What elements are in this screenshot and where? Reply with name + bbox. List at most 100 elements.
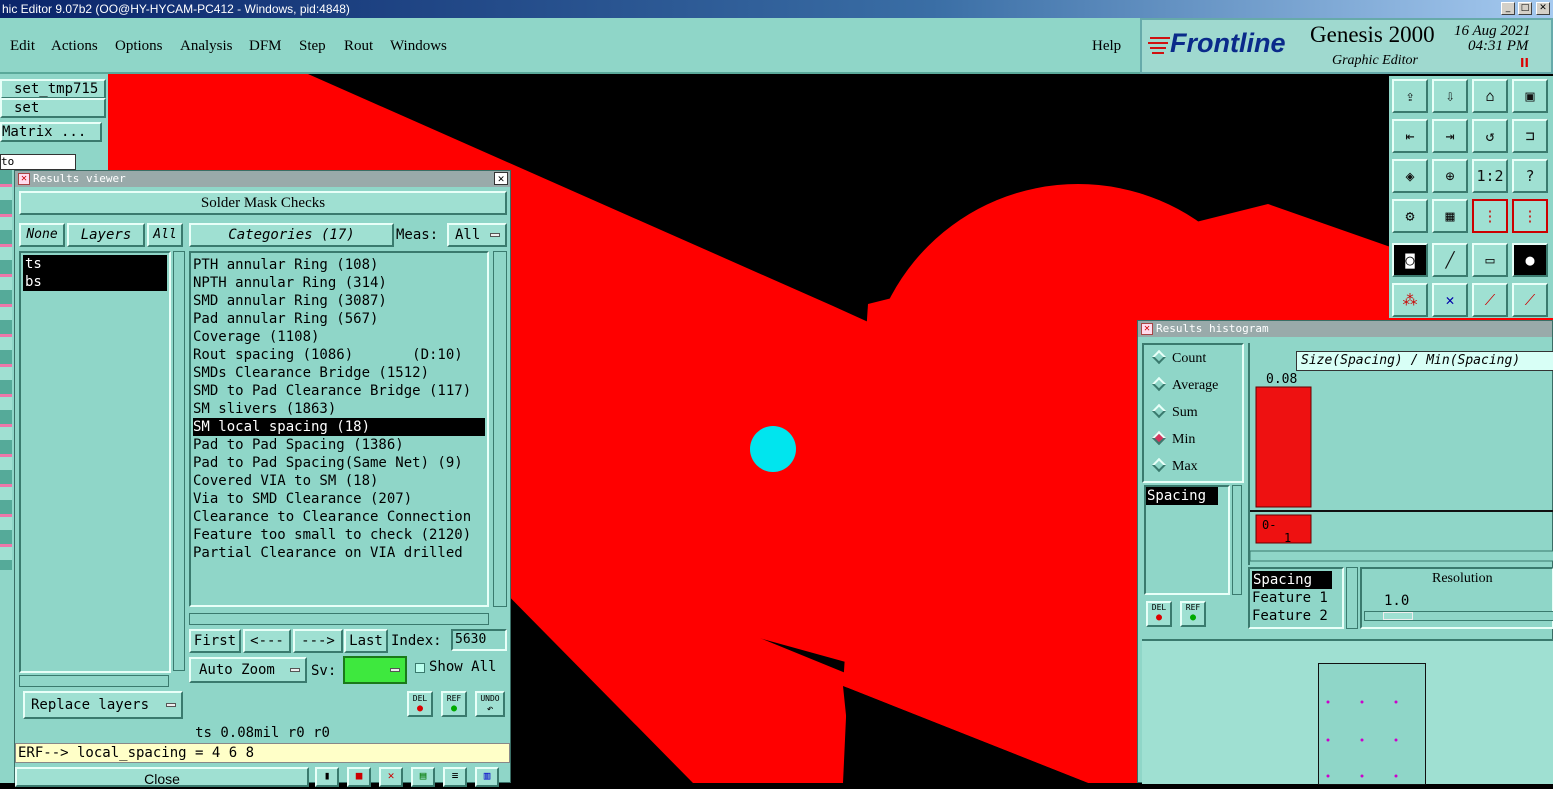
category-item[interactable]: SM local spacing (18) <box>193 418 485 436</box>
set-button[interactable]: set <box>0 98 106 118</box>
window-icon[interactable]: ▣ <box>1512 79 1548 113</box>
category-item[interactable]: Clearance to Clearance Connection <box>193 508 487 526</box>
category-item[interactable]: Feature too small to check (2120) <box>193 526 487 544</box>
category-item[interactable]: Via to SMD Clearance (207) <box>193 490 487 508</box>
category-item[interactable]: Coverage (1108) <box>193 328 487 346</box>
categories-button[interactable]: Categories (17) <box>189 223 394 247</box>
close-icon[interactable]: ✕ <box>494 172 508 185</box>
next-button[interactable]: ---> <box>293 629 343 653</box>
category-list-scrollbar[interactable] <box>493 251 507 607</box>
category-item[interactable]: Rout spacing (1086) (D:10) <box>193 346 487 364</box>
cross-icon[interactable]: ✕ <box>1432 283 1468 317</box>
menu-options[interactable]: Options <box>115 38 163 55</box>
show-all-checkbox[interactable] <box>415 663 425 673</box>
close-window-button[interactable]: ✕ <box>1536 2 1550 15</box>
histogram-field-list[interactable]: Spacing Feature 1 Feature 2 <box>1248 567 1344 629</box>
category-item[interactable]: SMD to Pad Clearance Bridge (117) <box>193 382 487 400</box>
connect-icon[interactable]: ⋮ <box>1472 199 1508 233</box>
delete-results-button[interactable]: DEL ● <box>407 691 433 717</box>
slider-thumb[interactable] <box>1383 612 1413 620</box>
connect-alt-icon[interactable]: ⋮ <box>1512 199 1548 233</box>
layers-button[interactable]: Layers <box>67 223 145 247</box>
chart-hscrollbar[interactable] <box>1250 550 1553 562</box>
scale-icon[interactable]: 1:2 <box>1472 159 1508 193</box>
index-input[interactable]: 5630 <box>451 629 507 651</box>
resolution-slider[interactable] <box>1364 611 1553 621</box>
category-item[interactable]: Covered VIA to SM (18) <box>193 472 487 490</box>
category-item[interactable]: Pad annular Ring (567) <box>193 310 487 328</box>
category-list-hscrollbar[interactable] <box>189 613 489 625</box>
maximize-button[interactable]: □ <box>1518 2 1532 15</box>
option-min[interactable]: Min <box>1151 430 1195 448</box>
reference-button[interactable]: REF ● <box>441 691 467 717</box>
first-button[interactable]: First <box>189 629 241 653</box>
list-item[interactable]: Spacing <box>1252 571 1332 589</box>
menu-help[interactable]: Help <box>1092 38 1121 55</box>
export-icon[interactable]: ⇩ <box>1432 79 1468 113</box>
replace-layers-dropdown[interactable]: Replace layers <box>23 691 183 719</box>
move-left-icon[interactable]: ⇤ <box>1392 119 1428 153</box>
category-item[interactable]: SM slivers (1863) <box>193 400 487 418</box>
auto-zoom-dropdown[interactable]: Auto Zoom <box>189 657 307 683</box>
menu-analysis[interactable]: Analysis <box>180 38 233 55</box>
category-item[interactable]: Pad to Pad Spacing (1386) <box>193 436 487 454</box>
window-menu-icon[interactable]: ✕ <box>1141 323 1153 335</box>
menu-dfm[interactable]: DFM <box>249 38 282 55</box>
category-item[interactable]: Pad to Pad Spacing(Same Net) (9) <box>193 454 487 472</box>
home-icon[interactable]: ⌂ <box>1472 79 1508 113</box>
grid-icon[interactable]: ▦ <box>1432 199 1468 233</box>
stat-field-list[interactable]: Spacing <box>1144 485 1230 595</box>
arc-icon[interactable]: ⟋ <box>1512 283 1548 317</box>
set-tmp-button[interactable]: set_tmp715 <box>0 79 106 99</box>
layout-icon[interactable]: ⊐ <box>1512 119 1548 153</box>
layer-color-strip[interactable] <box>0 170 12 570</box>
center-icon[interactable]: ⊕ <box>1432 159 1468 193</box>
net-icon[interactable]: ⁂ <box>1392 283 1428 317</box>
menu-step[interactable]: Step <box>299 38 326 55</box>
minimize-button[interactable]: _ <box>1501 2 1515 15</box>
last-button[interactable]: Last <box>344 629 388 653</box>
category-item[interactable]: SMD annular Ring (3087) <box>193 292 487 310</box>
field-list-scrollbar[interactable] <box>1346 567 1358 629</box>
list-icon[interactable]: ≡ <box>443 767 467 787</box>
line-icon[interactable]: ⟋ <box>1472 283 1508 317</box>
option-sum[interactable]: Sum <box>1151 403 1198 421</box>
list-item[interactable]: Spacing <box>1146 487 1218 505</box>
all-layers-button[interactable]: All <box>147 223 183 247</box>
move-right-icon[interactable]: ⇥ <box>1432 119 1468 153</box>
left-field[interactable]: to <box>0 154 76 170</box>
prev-button[interactable]: <--- <box>243 629 291 653</box>
menu-windows[interactable]: Windows <box>390 38 447 55</box>
list-item[interactable]: bs <box>23 273 167 291</box>
histogram-bar[interactable] <box>1255 386 1312 508</box>
histogram-delete-button[interactable]: DEL ● <box>1146 601 1172 627</box>
menu-actions[interactable]: Actions <box>51 38 98 55</box>
list-item[interactable]: Feature 1 <box>1252 589 1340 607</box>
histogram-icon[interactable]: ▥ <box>475 767 499 787</box>
option-average[interactable]: Average <box>1151 376 1218 394</box>
category-item[interactable]: NPTH annular Ring (314) <box>193 274 487 292</box>
option-count[interactable]: Count <box>1151 349 1206 367</box>
stat-list-scrollbar[interactable] <box>1232 485 1242 595</box>
snap-icon[interactable]: ◙ <box>1392 243 1428 277</box>
window-menu-icon[interactable]: ✕ <box>18 173 30 185</box>
pause-icon[interactable]: II <box>1520 56 1529 70</box>
help-icon[interactable]: ? <box>1512 159 1548 193</box>
category-item[interactable]: PTH annular Ring (108) <box>193 256 487 274</box>
ruler-icon[interactable]: ▭ <box>1472 243 1508 277</box>
layer-list[interactable]: ts bs <box>19 251 171 673</box>
chart-icon[interactable]: ✕ <box>379 767 403 787</box>
menu-rout[interactable]: Rout <box>344 38 373 55</box>
layer-list-scrollbar[interactable] <box>173 251 185 671</box>
menu-edit[interactable]: Edit <box>10 38 35 55</box>
category-item[interactable]: Partial Clearance on VIA drilled <box>193 544 487 562</box>
draw-icon[interactable]: ╱ <box>1432 243 1468 277</box>
tools-icon[interactable]: ⚙ <box>1392 199 1428 233</box>
category-item[interactable]: SMDs Clearance Bridge (1512) <box>193 364 487 382</box>
fit-icon[interactable]: ◈ <box>1392 159 1428 193</box>
histogram-reference-button[interactable]: REF ● <box>1180 601 1206 627</box>
export-icon[interactable]: ▤ <box>411 767 435 787</box>
list-item[interactable]: ts <box>23 255 167 273</box>
overview-frame[interactable] <box>1318 663 1426 785</box>
undo-view-icon[interactable]: ↺ <box>1472 119 1508 153</box>
